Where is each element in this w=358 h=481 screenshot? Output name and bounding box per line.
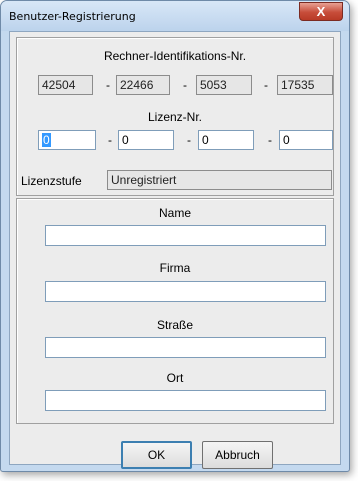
separator: -: [264, 78, 268, 92]
license-field-2[interactable]: 0: [118, 130, 174, 150]
computer-id-part-2: 22466: [116, 75, 170, 95]
license-field-1[interactable]: 0: [38, 130, 96, 150]
company-input[interactable]: [45, 281, 326, 302]
window-title: Benutzer-Registrierung: [9, 10, 136, 23]
license-level-label: Lizenzstufe: [21, 174, 82, 188]
separator: -: [106, 78, 110, 92]
separator: -: [183, 78, 187, 92]
cancel-button[interactable]: Abbruch: [202, 441, 273, 469]
license-field-1-value: 0: [42, 133, 51, 147]
user-panel: Name Firma Straße Ort: [16, 198, 334, 424]
dialog-client-area: Rechner-Identifikations-Nr. 42504 - 2246…: [9, 31, 341, 469]
computer-id-part-3: 5053: [196, 75, 252, 95]
name-input[interactable]: [45, 225, 326, 246]
separator: -: [108, 133, 112, 147]
close-icon: X: [316, 4, 326, 19]
license-field-3[interactable]: 0: [198, 130, 254, 150]
license-level-value: Unregistriert: [107, 170, 332, 190]
computer-id-part-1: 42504: [38, 75, 93, 95]
close-button[interactable]: X: [299, 2, 343, 21]
city-label: Ort: [166, 371, 184, 385]
street-label: Straße: [156, 318, 193, 332]
separator: -: [187, 133, 191, 147]
registration-dialog: Benutzer-Registrierung X Rechner-Identif…: [0, 0, 350, 472]
computer-id-heading: Rechner-Identifikations-Nr.: [103, 49, 247, 63]
title-bar[interactable]: Benutzer-Registrierung X: [1, 1, 349, 31]
license-heading: Lizenz-Nr.: [147, 110, 203, 124]
ok-button[interactable]: OK: [121, 441, 192, 469]
license-panel: Rechner-Identifikations-Nr. 42504 - 2246…: [16, 37, 334, 196]
company-label: Firma: [159, 261, 191, 275]
city-input[interactable]: [45, 390, 326, 411]
street-input[interactable]: [45, 337, 326, 358]
license-field-4[interactable]: 0: [279, 130, 333, 150]
separator: -: [268, 133, 272, 147]
name-label: Name: [158, 206, 191, 220]
computer-id-part-4: 17535: [277, 75, 333, 95]
